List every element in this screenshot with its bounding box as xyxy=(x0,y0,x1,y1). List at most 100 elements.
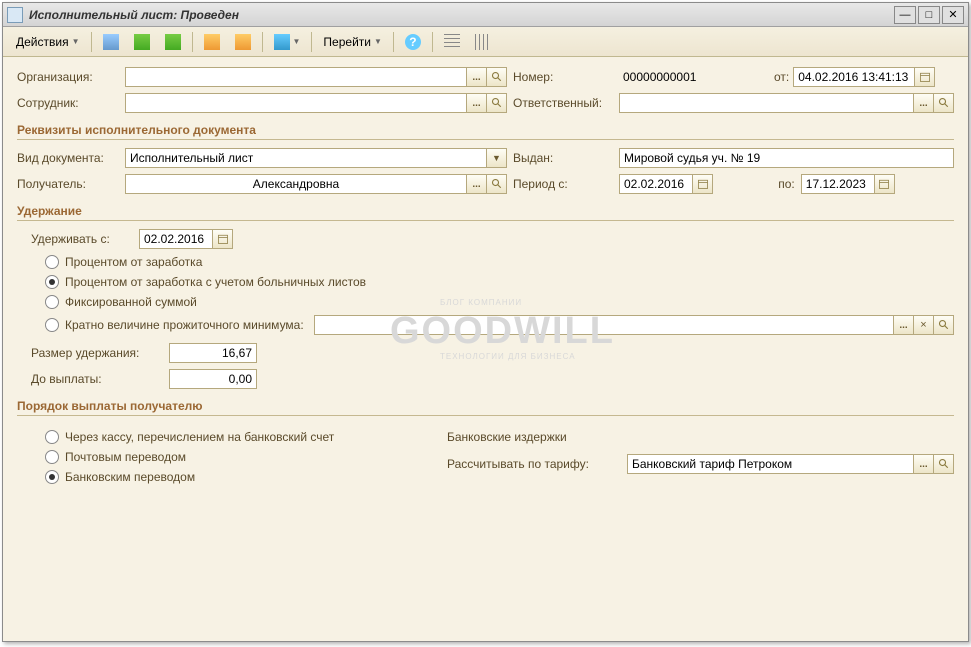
period-to-calendar-button[interactable] xyxy=(875,174,895,194)
doc-row-1: Вид документа: ▼ Выдан: xyxy=(17,148,954,168)
chevron-down-icon: ▼ xyxy=(293,37,301,46)
withhold-date-row: Удерживать с: xyxy=(31,229,954,249)
issued-input[interactable] xyxy=(619,148,954,168)
search-icon xyxy=(938,458,950,470)
minimum-clear-button[interactable]: × xyxy=(914,315,934,335)
date-input[interactable] xyxy=(793,67,915,87)
size-input[interactable] xyxy=(169,343,257,363)
toolbar-btn-4[interactable] xyxy=(197,30,227,54)
responsible-search-button[interactable] xyxy=(934,93,954,113)
radio-bank-row: Банковским переводом xyxy=(45,470,447,484)
goto-label: Перейти xyxy=(323,35,371,49)
radio-percent-sick[interactable] xyxy=(45,275,59,289)
doctype-label: Вид документа: xyxy=(17,151,125,165)
goto-menu-button[interactable]: Перейти ▼ xyxy=(316,31,388,53)
responsible-select-button[interactable]: ... xyxy=(914,93,934,113)
radio-percent[interactable] xyxy=(45,255,59,269)
section-payment-title: Порядок выплаты получателю xyxy=(17,399,954,416)
number-input[interactable] xyxy=(619,67,744,87)
responsible-input[interactable] xyxy=(619,93,914,113)
content-area: Организация: ... Номер: от: xyxy=(3,57,968,500)
radio-cash-label: Через кассу, перечислением на банковский… xyxy=(65,430,334,444)
doctype-dropdown-button[interactable]: ▼ xyxy=(487,148,507,168)
period-from-calendar-button[interactable] xyxy=(693,174,713,194)
list-icon xyxy=(444,34,460,50)
radio-percent-sick-row: Процентом от заработка с учетом больничн… xyxy=(45,275,954,289)
recipient-label: Получатель: xyxy=(17,177,125,191)
radio-minimum[interactable] xyxy=(45,318,59,332)
toolbar-btn-settings[interactable] xyxy=(468,30,498,54)
toolbar-btn-list[interactable] xyxy=(437,30,467,54)
chevron-down-icon: ▼ xyxy=(374,37,382,46)
organization-select-button[interactable]: ... xyxy=(467,67,487,87)
recipient-select-button[interactable]: ... xyxy=(467,174,487,194)
settings-icon xyxy=(475,34,491,50)
until-row: До выплаты: xyxy=(31,369,954,389)
issued-label: Выдан: xyxy=(513,151,615,165)
toolbar-btn-3[interactable] xyxy=(158,30,188,54)
separator xyxy=(432,32,433,52)
calendar-icon xyxy=(697,178,709,190)
window-icon xyxy=(7,7,23,23)
minimum-input[interactable] xyxy=(314,315,894,335)
radio-postal[interactable] xyxy=(45,450,59,464)
date-calendar-button[interactable] xyxy=(915,67,935,87)
radio-cash[interactable] xyxy=(45,430,59,444)
actions-label: Действия xyxy=(16,35,69,49)
radio-fixed[interactable] xyxy=(45,295,59,309)
organization-input[interactable] xyxy=(125,67,467,87)
period-from-input[interactable] xyxy=(619,174,693,194)
toolbar-btn-2[interactable] xyxy=(127,30,157,54)
withhold-date-input[interactable] xyxy=(139,229,213,249)
tariff-search-button[interactable] xyxy=(934,454,954,474)
help-button[interactable]: ? xyxy=(398,30,428,54)
employee-search-button[interactable] xyxy=(487,93,507,113)
withhold-calendar-button[interactable] xyxy=(213,229,233,249)
minimum-select-button[interactable]: ... xyxy=(894,315,914,335)
separator xyxy=(91,32,92,52)
recipient-search-button[interactable] xyxy=(487,174,507,194)
bank-costs-label: Банковские издержки xyxy=(447,430,954,444)
titlebar: Исполнительный лист: Проведен — □ ✕ xyxy=(3,3,968,27)
responsible-label: Ответственный: xyxy=(513,96,615,110)
separator xyxy=(311,32,312,52)
radio-percent-label: Процентом от заработка xyxy=(65,255,202,269)
toolbar-btn-5[interactable] xyxy=(228,30,258,54)
calendar-icon xyxy=(217,233,229,245)
actions-menu-button[interactable]: Действия ▼ xyxy=(9,31,87,53)
recipient-input[interactable] xyxy=(125,174,467,194)
size-row: Размер удержания: xyxy=(31,343,954,363)
post-icon xyxy=(204,34,220,50)
radio-percent-row: Процентом от заработка xyxy=(45,255,954,269)
minimum-search-button[interactable] xyxy=(934,315,954,335)
employee-input[interactable] xyxy=(125,93,467,113)
close-button[interactable]: ✕ xyxy=(942,6,964,24)
radio-minimum-row: Кратно величине прожиточного минимума: .… xyxy=(45,315,954,335)
tariff-input[interactable] xyxy=(627,454,914,474)
until-input[interactable] xyxy=(169,369,257,389)
radio-bank[interactable] xyxy=(45,470,59,484)
section-requisites-title: Реквизиты исполнительного документа xyxy=(17,123,954,140)
tariff-select-button[interactable]: ... xyxy=(914,454,934,474)
organization-label: Организация: xyxy=(17,70,125,84)
doctype-input[interactable] xyxy=(125,148,487,168)
radio-fixed-label: Фиксированной суммой xyxy=(65,295,197,309)
minimize-button[interactable]: — xyxy=(894,6,916,24)
employee-select-button[interactable]: ... xyxy=(467,93,487,113)
calendar-icon xyxy=(919,71,931,83)
section-withholding-title: Удержание xyxy=(17,204,954,221)
period-to-input[interactable] xyxy=(801,174,875,194)
document-icon xyxy=(103,34,119,50)
organization-search-button[interactable] xyxy=(487,67,507,87)
radio-postal-row: Почтовым переводом xyxy=(45,450,447,464)
save-icon xyxy=(165,34,181,50)
maximize-button[interactable]: □ xyxy=(918,6,940,24)
toolbar-btn-6[interactable]: ▼ xyxy=(267,30,308,54)
toolbar-btn-1[interactable] xyxy=(96,30,126,54)
header-row-2: Сотрудник: ... Ответственный: ... xyxy=(17,93,954,113)
main-window: Исполнительный лист: Проведен — □ ✕ Дейс… xyxy=(2,2,969,642)
window-controls: — □ ✕ xyxy=(894,6,964,24)
header-row-1: Организация: ... Номер: от: xyxy=(17,67,954,87)
search-icon xyxy=(491,178,503,190)
window-title: Исполнительный лист: Проведен xyxy=(29,8,894,22)
